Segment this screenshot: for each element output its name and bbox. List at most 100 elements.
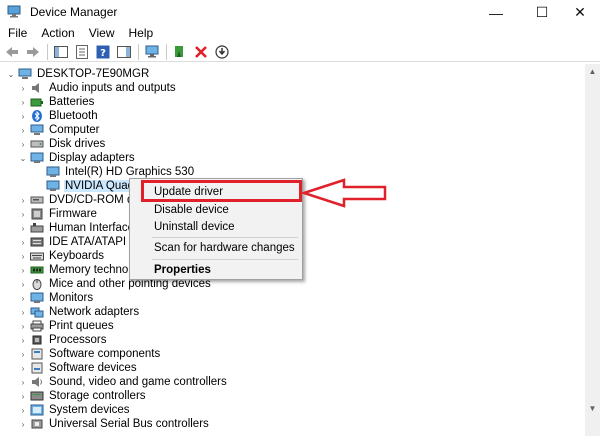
scan-hardware-menu-item[interactable]: Scan for hardware changes <box>154 242 295 254</box>
toolbar-separator <box>166 43 167 60</box>
chevron-right-icon[interactable]: › <box>18 123 28 137</box>
vertical-scrollbar[interactable]: ▲ ▼ <box>585 64 600 436</box>
speaker-icon <box>32 83 39 93</box>
monitor-icon <box>46 180 60 191</box>
tree-item-label: Disk drives <box>49 138 106 150</box>
chevron-right-icon[interactable]: › <box>18 137 28 151</box>
uninstall-device-menu-item[interactable]: Uninstall device <box>154 221 235 233</box>
tree-item[interactable]: › Storage controllers <box>18 389 147 403</box>
tree-item-display-adapters[interactable]: ⌄ Display adapters <box>18 151 136 165</box>
storage-controller-icon <box>30 391 44 401</box>
battery-icon <box>30 98 43 107</box>
chevron-right-icon[interactable]: › <box>18 333 28 347</box>
chevron-right-icon[interactable]: › <box>18 319 28 333</box>
chevron-right-icon[interactable]: › <box>18 361 28 375</box>
tree-root[interactable]: ⌄ DESKTOP-7E90MGR <box>6 67 150 81</box>
tree-item[interactable]: › Keyboards <box>18 249 105 263</box>
menu-help[interactable]: Help <box>121 25 160 42</box>
tree-item-label: Computer <box>49 124 100 136</box>
bluetooth-icon <box>32 110 42 122</box>
mouse-icon <box>32 279 42 290</box>
tree-item[interactable]: › Processors <box>18 333 108 347</box>
memory-icon <box>30 266 44 274</box>
tree-item[interactable]: › Software devices <box>18 361 138 375</box>
chevron-right-icon[interactable]: › <box>18 95 28 109</box>
tree-item[interactable]: › Sound, video and game controllers <box>18 375 228 389</box>
action-pane-icon <box>117 45 131 58</box>
properties-menu-item[interactable]: Properties <box>154 264 211 276</box>
scan-hardware-button[interactable] <box>143 43 161 61</box>
tree-item-label: System devices <box>49 404 130 416</box>
monitor-icon <box>30 292 44 303</box>
close-button[interactable]: ✕ <box>557 0 600 25</box>
properties-sheet-icon <box>76 44 88 59</box>
show-hide-tree-button[interactable] <box>52 43 70 61</box>
chevron-right-icon[interactable]: › <box>18 263 28 277</box>
toolbar-separator <box>138 43 139 60</box>
chevron-right-icon[interactable]: › <box>18 221 28 235</box>
properties-toolbar-button[interactable] <box>73 43 91 61</box>
chevron-right-icon[interactable]: › <box>18 347 28 361</box>
menu-bar: File Action View Help <box>0 25 600 42</box>
update-driver-toolbar-button[interactable] <box>171 43 189 61</box>
tree-item-label: Bluetooth <box>49 110 98 122</box>
tree-item[interactable]: › Audio inputs and outputs <box>18 81 177 95</box>
chevron-right-icon[interactable]: › <box>18 193 28 207</box>
chevron-right-icon[interactable]: › <box>18 389 28 403</box>
scroll-up-arrow-icon[interactable]: ▲ <box>585 64 600 79</box>
back-arrow-icon <box>6 46 18 57</box>
uninstall-toolbar-button[interactable] <box>192 43 210 61</box>
toolbar-separator <box>47 43 48 60</box>
disable-device-menu-item[interactable]: Disable device <box>154 204 229 216</box>
forward-button[interactable] <box>24 43 42 61</box>
chevron-right-icon[interactable]: › <box>18 375 28 389</box>
update-driver-icon <box>175 45 183 57</box>
svg-text:?: ? <box>100 48 106 59</box>
chevron-right-icon[interactable]: › <box>18 291 28 305</box>
annotation-highlight-box <box>141 180 302 202</box>
scroll-down-arrow-icon[interactable]: ▼ <box>585 401 600 416</box>
tree-item[interactable]: › Software components <box>18 347 161 361</box>
tree-item[interactable]: › Universal Serial Bus controllers <box>18 417 210 431</box>
system-device-icon <box>30 404 44 416</box>
tree-item-label: Sound, video and game controllers <box>49 376 227 388</box>
tree-item-label: Monitors <box>49 292 94 304</box>
chevron-right-icon[interactable]: › <box>18 207 28 221</box>
chevron-down-icon[interactable]: ⌄ <box>18 151 28 165</box>
menu-action[interactable]: Action <box>33 25 80 42</box>
chevron-right-icon[interactable]: › <box>18 109 28 123</box>
chevron-right-icon[interactable]: › <box>18 235 28 249</box>
chevron-right-icon[interactable]: › <box>18 403 28 417</box>
tree-item[interactable]: › Bluetooth <box>18 109 99 123</box>
back-button[interactable] <box>3 43 21 61</box>
tree-item[interactable]: › Firmware <box>18 207 98 221</box>
usb-icon <box>31 419 43 429</box>
minimize-button[interactable]: — <box>473 0 519 25</box>
tree-item[interactable]: › Print queues <box>18 319 115 333</box>
tree-item[interactable]: › Batteries <box>18 95 95 109</box>
menu-file[interactable]: File <box>0 25 33 42</box>
action-pane-button[interactable] <box>115 43 133 61</box>
display-adapter-icon <box>30 152 44 163</box>
menu-view[interactable]: View <box>81 25 121 42</box>
tree-item[interactable]: › Monitors <box>18 291 94 305</box>
tree-item[interactable]: › Memory technolog <box>18 263 145 277</box>
tree-item[interactable]: › Computer <box>18 123 101 137</box>
menu-separator <box>152 259 298 260</box>
chevron-right-icon[interactable]: › <box>18 417 28 431</box>
tree-item-label: Batteries <box>49 96 95 108</box>
tree-item[interactable]: › Network adapters <box>18 305 140 319</box>
tree-item[interactable]: › Disk drives <box>18 137 106 151</box>
chevron-down-icon[interactable]: ⌄ <box>6 67 16 81</box>
enable-device-button[interactable] <box>213 43 231 61</box>
tree-item-label: Storage controllers <box>49 390 146 402</box>
chevron-right-icon[interactable]: › <box>18 277 28 291</box>
firmware-icon <box>31 208 43 220</box>
tree-item-child[interactable]: Intel(R) HD Graphics 530 <box>34 165 195 179</box>
help-toolbar-button[interactable]: ? <box>94 43 112 61</box>
chevron-right-icon[interactable]: › <box>18 305 28 319</box>
tree-item[interactable]: › System devices <box>18 403 131 417</box>
chevron-right-icon[interactable]: › <box>18 249 28 263</box>
root-label: DESKTOP-7E90MGR <box>37 68 150 80</box>
chevron-right-icon[interactable]: › <box>18 81 28 95</box>
